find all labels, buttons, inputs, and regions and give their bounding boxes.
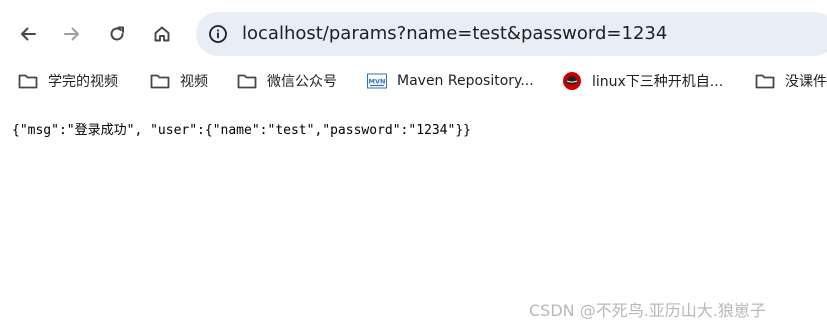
back-arrow-icon — [21, 27, 36, 41]
reload-icon — [110, 26, 124, 41]
folder-icon — [237, 72, 257, 90]
browser-window: localhost/params?name=test&password=1234… — [0, 0, 827, 330]
csdn-watermark: CSDN @不死鸟.亚历山大.狼崽子 — [529, 301, 766, 320]
bookmark-maven-repository[interactable]: MVN Maven Repository... — [367, 70, 534, 92]
svg-text:MVN: MVN — [369, 78, 386, 86]
folder-icon — [18, 72, 38, 90]
home-icon — [154, 26, 170, 42]
home-button[interactable] — [146, 18, 178, 50]
back-button[interactable] — [12, 18, 44, 50]
forward-arrow-icon — [64, 27, 79, 41]
info-icon[interactable] — [208, 24, 228, 44]
bookmark-folder-no-courseware[interactable]: 没课件 — [755, 70, 827, 92]
url-text[interactable]: localhost/params?name=test&password=1234 — [242, 22, 667, 46]
bookmark-label: Maven Repository... — [397, 73, 534, 89]
json-response-text: {"msg":"登录成功", "user":{"name":"test","pa… — [12, 123, 471, 138]
bookmark-label: linux下三种开机自... — [592, 74, 724, 90]
bookmark-folder-videos[interactable]: 视频 — [150, 70, 208, 92]
folder-icon — [755, 72, 775, 90]
bookmark-folder-wechat[interactable]: 微信公众号 — [237, 70, 337, 92]
bookmarks-bar: 学完的视频 视频 微信公众号 MVN Maven Repository... l… — [0, 66, 827, 96]
bookmark-folder-videos-done[interactable]: 学完的视频 — [18, 70, 118, 92]
bookmark-label: 学完的视频 — [48, 74, 118, 90]
bookmark-label: 视频 — [180, 74, 208, 90]
bookmark-label: 微信公众号 — [267, 74, 337, 90]
address-bar[interactable]: localhost/params?name=test&password=1234 — [196, 12, 827, 56]
bookmark-linux-autostart[interactable]: linux下三种开机自... — [562, 70, 723, 92]
reload-button[interactable] — [101, 18, 133, 50]
forward-button[interactable] — [56, 18, 88, 50]
folder-icon — [150, 72, 170, 90]
bookmark-label: 没课件 — [785, 74, 827, 90]
mvn-icon: MVN — [367, 72, 387, 90]
browser-toolbar: localhost/params?name=test&password=1234 — [0, 0, 827, 66]
redhat-icon — [562, 72, 582, 90]
